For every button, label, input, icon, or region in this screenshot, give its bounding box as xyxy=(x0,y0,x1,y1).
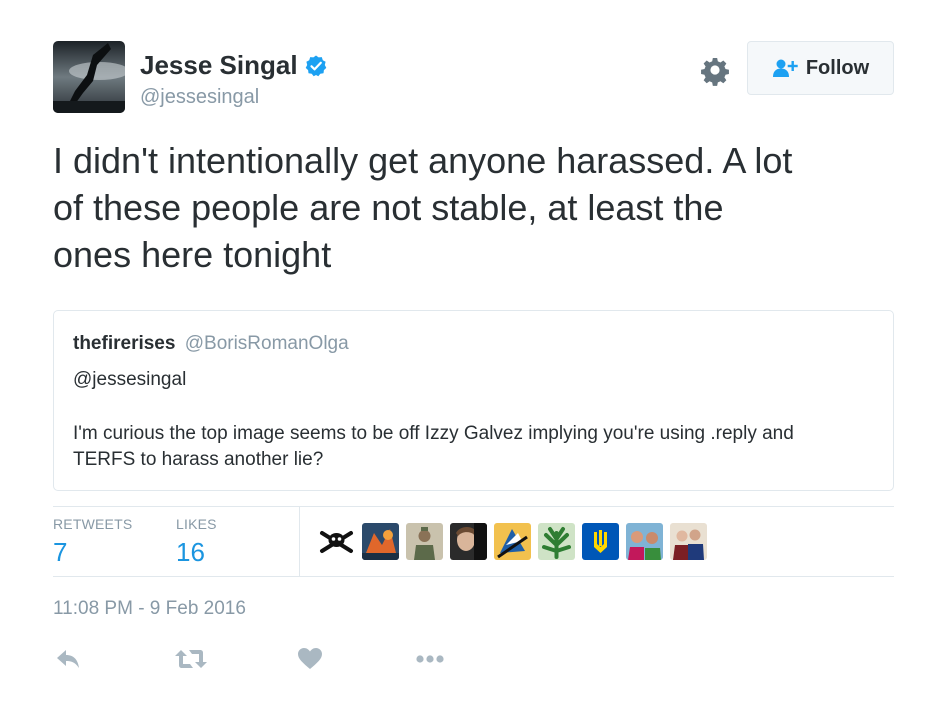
follow-button[interactable]: Follow xyxy=(747,41,894,95)
gear-icon[interactable] xyxy=(699,54,731,86)
more-button[interactable] xyxy=(415,644,445,674)
likes-label[interactable]: LIKES xyxy=(176,516,217,532)
author-avatar[interactable] xyxy=(53,41,125,113)
stats-divider-top xyxy=(53,506,894,507)
liker-avatar[interactable] xyxy=(406,523,443,560)
quoted-tweet[interactable]: thefirerises @BorisRomanOlga @jessesinga… xyxy=(53,310,894,491)
liker-avatar[interactable] xyxy=(318,523,355,560)
more-icon xyxy=(416,655,444,663)
follow-label: Follow xyxy=(805,56,870,79)
liker-avatar[interactable] xyxy=(626,523,663,560)
author-avatar-image xyxy=(53,41,125,113)
quoted-body-line: TERFS to harass another lie? xyxy=(73,449,324,470)
quoted-tweet-header: thefirerises @BorisRomanOlga xyxy=(73,333,349,355)
tweet-line: ones here tonight xyxy=(53,234,332,275)
liker-avatar[interactable] xyxy=(494,523,531,560)
liker-avatar[interactable] xyxy=(670,523,707,560)
liker-avatars xyxy=(318,523,707,560)
author-name[interactable]: Jesse Singal xyxy=(140,50,328,81)
tweet-timestamp[interactable]: 11:08 PM - 9 Feb 2016 xyxy=(53,598,246,620)
heart-icon xyxy=(298,648,322,669)
liker-avatar[interactable] xyxy=(538,523,575,560)
author-name-text: Jesse Singal xyxy=(140,50,298,80)
reply-button[interactable] xyxy=(55,644,81,674)
quoted-mention: @jessesingal xyxy=(73,369,187,390)
retweets-count[interactable]: 7 xyxy=(53,537,67,568)
verified-badge-icon xyxy=(305,55,326,76)
retweet-icon xyxy=(175,650,207,668)
like-button[interactable] xyxy=(297,644,323,674)
retweet-button[interactable] xyxy=(174,644,208,674)
quoted-author-handle: @BorisRomanOlga xyxy=(184,333,349,354)
retweets-label[interactable]: RETWEETS xyxy=(53,516,132,532)
quoted-author-name: thefirerises xyxy=(73,333,176,354)
tweet-line: of these people are not stable, at least… xyxy=(53,187,724,228)
liker-avatar[interactable] xyxy=(362,523,399,560)
quoted-body-line: I'm curious the top image seems to be of… xyxy=(73,423,794,444)
tweet-line: I didn't intentionally get anyone harass… xyxy=(53,140,793,181)
likes-count[interactable]: 16 xyxy=(176,537,205,568)
reply-icon xyxy=(57,650,79,668)
add-user-icon xyxy=(772,59,798,77)
stats-divider-bottom xyxy=(53,576,894,577)
liker-avatar[interactable] xyxy=(450,523,487,560)
liker-avatar[interactable] xyxy=(582,523,619,560)
stats-divider-vertical xyxy=(299,507,300,576)
tweet-text: I didn't intentionally get anyone harass… xyxy=(53,137,903,278)
author-handle[interactable]: @jessesingal xyxy=(140,86,259,109)
